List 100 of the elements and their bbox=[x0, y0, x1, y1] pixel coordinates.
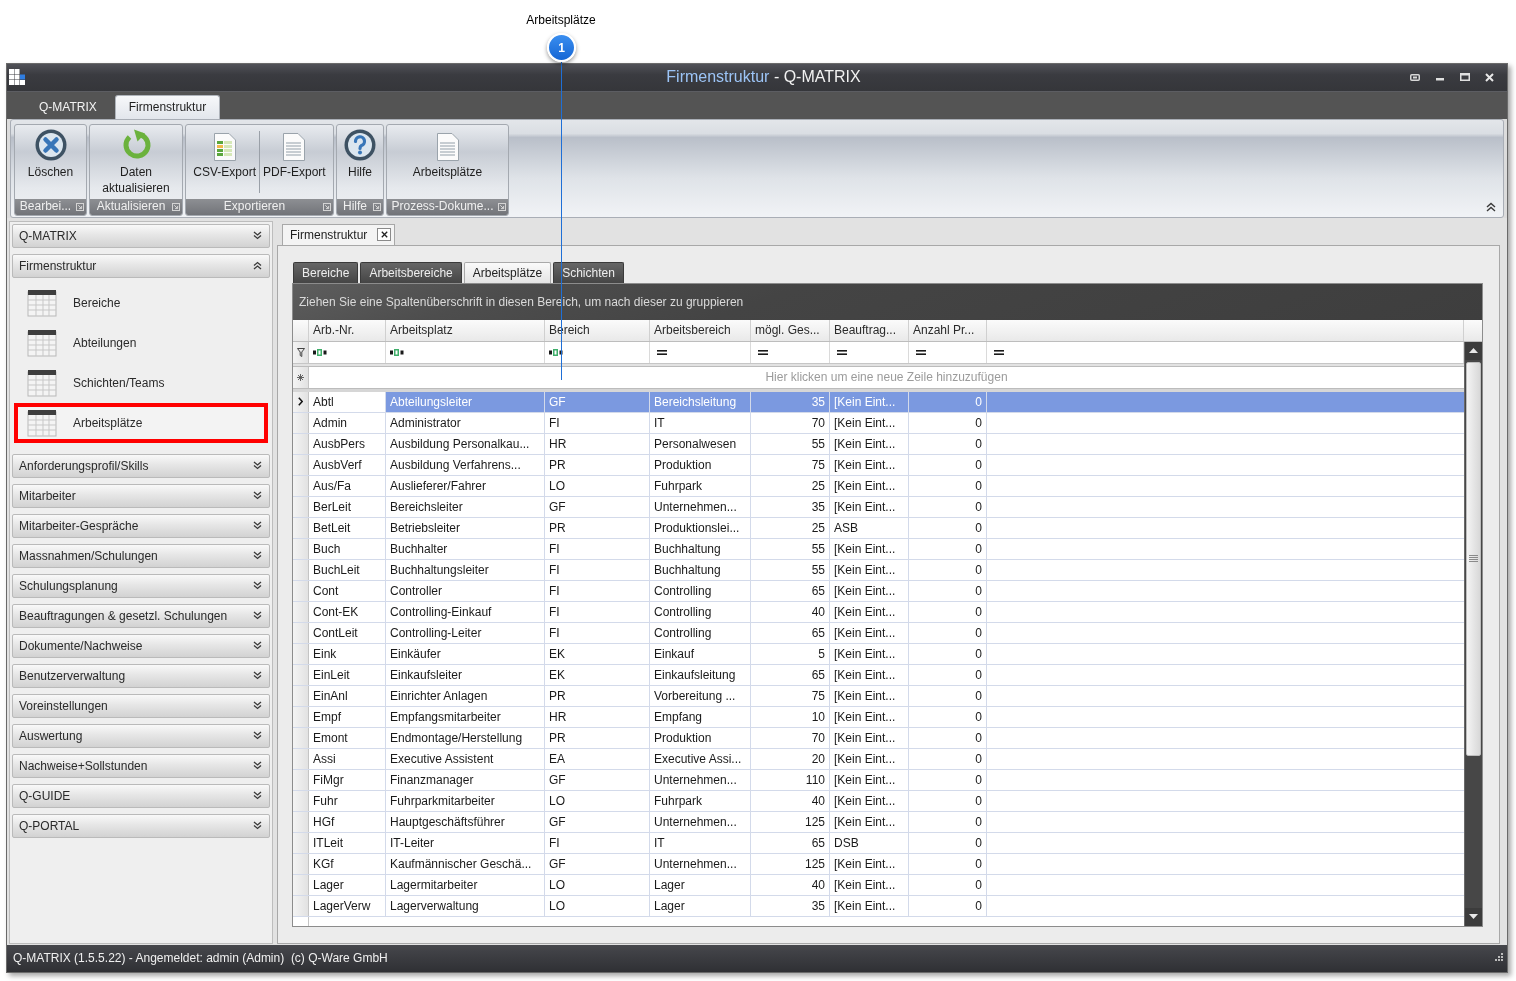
scroll-down-button[interactable] bbox=[1465, 908, 1482, 926]
nav-group-header[interactable]: Q-PORTAL bbox=[12, 814, 270, 838]
table-row[interactable]: Assi Executive Assistent EA Executive Assi... 20 [Kein Eint... 0 bbox=[293, 749, 1464, 770]
nav-item[interactable]: Bereiche bbox=[14, 283, 268, 323]
filter-icon[interactable] bbox=[296, 348, 305, 357]
chevron-double-down-icon bbox=[253, 731, 262, 741]
table-row[interactable]: EinLeit Einkaufsleiter EK Einkaufsleitung 65 [Kein Eint... 0 bbox=[293, 665, 1464, 686]
document-icon bbox=[436, 132, 459, 161]
table-cell: Fuhrpark bbox=[650, 791, 751, 811]
equals-icon bbox=[994, 350, 1004, 355]
nav-group-header[interactable]: Auswertung bbox=[12, 724, 270, 748]
launcher-icon[interactable] bbox=[373, 202, 381, 211]
table-cell: 0 bbox=[909, 728, 987, 748]
column-header[interactable]: Anzahl Pr... bbox=[909, 320, 987, 341]
table-row[interactable]: Abtl Abteilungsleiter GF Bereichsleitung 35 [Kein Eint... 0 bbox=[293, 392, 1464, 413]
table-row[interactable]: ITLeit IT-Leiter FI IT 65 DSB 0 bbox=[293, 833, 1464, 854]
table-row[interactable]: LagerVerw Lagerverwaltung LO Lager 35 [Kein Eint... 0 bbox=[293, 896, 1464, 917]
table-row[interactable]: Emont Endmontage/Herstellung PR Produktion 70 [Kein Eint... 0 bbox=[293, 728, 1464, 749]
table-cell: [Kein Eint... bbox=[830, 602, 909, 622]
table-row[interactable]: Aus/Fa Auslieferer/Fahrer LO Fuhrpark 25 [Kein Eint... 0 bbox=[293, 476, 1464, 497]
chevron-double-down-icon bbox=[253, 611, 262, 621]
table-row[interactable]: Empf Empfangsmitarbeiter HR Empfang 10 [Kein Eint... 0 bbox=[293, 707, 1464, 728]
table-row[interactable]: AusbPers Ausbildung Personalkau... HR Personalwesen 55 [Kein Eint... 0 bbox=[293, 434, 1464, 455]
table-cell: Einkäufer bbox=[386, 644, 545, 664]
table-row[interactable]: Admin Administrator FI IT 70 [Kein Eint... 0 bbox=[293, 413, 1464, 434]
nav-group-header[interactable]: Voreinstellungen bbox=[12, 694, 270, 718]
nav-group-header[interactable]: Nachweise+Sollstunden bbox=[12, 754, 270, 778]
table-cell: [Kein Eint... bbox=[830, 770, 909, 790]
nav-group-header[interactable]: Anforderungsprofil/Skills bbox=[12, 454, 270, 478]
chevron-double-down-icon bbox=[253, 671, 262, 681]
table-row[interactable]: ContLeit Controlling-Leiter FI Controlling 65 [Kein Eint... 0 bbox=[293, 623, 1464, 644]
table-row[interactable]: Fuhr Fuhrparkmitarbeiter LO Fuhrpark 40 [Kein Eint... 0 bbox=[293, 791, 1464, 812]
table-row[interactable]: BetLeit Betriebsleiter PR Produktionslei... 25 ASB 0 bbox=[293, 518, 1464, 539]
tab[interactable]: Schichten bbox=[553, 262, 624, 283]
nav-group-header[interactable]: Dokumente/Nachweise bbox=[12, 634, 270, 658]
tab[interactable]: Bereiche bbox=[293, 262, 359, 283]
tab[interactable]: Arbeitsplätze bbox=[463, 262, 552, 283]
equals-icon bbox=[758, 350, 768, 355]
table-cell: BuchLeit bbox=[309, 560, 386, 580]
resize-grip-icon[interactable] bbox=[1493, 953, 1503, 964]
nav-group-header[interactable]: Massnahmen/Schulungen bbox=[12, 544, 270, 568]
ribbon-tab[interactable]: Firmenstruktur bbox=[114, 94, 221, 119]
launcher-icon[interactable] bbox=[498, 202, 506, 211]
nav-group-header[interactable]: Mitarbeiter-Gespräche bbox=[12, 514, 270, 538]
ribbon-button[interactable]: Arbeitsplätze bbox=[409, 124, 486, 199]
table-row[interactable]: AusbVerf Ausbildung Verfahrens... PR Produktion 75 [Kein Eint... 0 bbox=[293, 455, 1464, 476]
nav-item[interactable]: Abteilungen bbox=[14, 323, 268, 363]
ribbon-button[interactable]: Hilfe bbox=[341, 124, 379, 199]
column-header[interactable]: Arb.-Nr. bbox=[309, 320, 386, 341]
nav-group-header[interactable]: Q-MATRIX bbox=[12, 224, 270, 248]
table-cell: Lager bbox=[650, 875, 751, 895]
table-row[interactable]: HGf Hauptgeschäftsführer GF Unternehmen... 125 [Kein Eint... 0 bbox=[293, 812, 1464, 833]
table-row[interactable]: Eink Einkäufer EK Einkauf 5 [Kein Eint... 0 bbox=[293, 644, 1464, 665]
column-header[interactable]: Arbeitsplatz bbox=[386, 320, 545, 341]
close-icon bbox=[380, 231, 388, 239]
close-button[interactable] bbox=[377, 228, 392, 242]
column-header[interactable]: mögl. Ges... bbox=[751, 320, 830, 341]
table-row[interactable]: FiMgr Finanzmanager GF Unternehmen... 110 [Kein Eint... 0 bbox=[293, 770, 1464, 791]
table-cell: DSB bbox=[830, 833, 909, 853]
ribbon-button[interactable]: PDF-Export bbox=[260, 124, 329, 199]
nav-group-header[interactable]: Schulungsplanung bbox=[12, 574, 270, 598]
nav-group-header[interactable]: Beauftragungen & gesetzl. Schulungen bbox=[12, 604, 270, 628]
collapse-ribbon-icon[interactable] bbox=[1486, 202, 1496, 212]
table-cell: FI bbox=[545, 623, 650, 643]
nav-group-header[interactable]: Q-GUIDE bbox=[12, 784, 270, 808]
table-row[interactable]: EinAnl Einrichter Anlagen PR Vorbereitung ... 75 [Kein Eint... 0 bbox=[293, 686, 1464, 707]
table-cell: FI bbox=[545, 602, 650, 622]
table-cell: KGf bbox=[309, 854, 386, 874]
table-cell: Buchhaltung bbox=[650, 560, 751, 580]
table-cell: Empfang bbox=[650, 707, 751, 727]
row-selector[interactable] bbox=[293, 392, 309, 412]
table-row[interactable]: Buch Buchhalter FI Buchhaltung 55 [Kein Eint... 0 bbox=[293, 539, 1464, 560]
table-cell: HGf bbox=[309, 812, 386, 832]
table-row[interactable]: Cont Controller FI Controlling 65 [Kein Eint... 0 bbox=[293, 581, 1464, 602]
column-header[interactable]: Arbeitsbereich bbox=[650, 320, 751, 341]
ribbon-button[interactable]: CSV-Export bbox=[190, 124, 259, 199]
table-row[interactable]: KGf Kaufmännischer Geschä... GF Unternehmen... 125 [Kein Eint... 0 bbox=[293, 854, 1464, 875]
table-row[interactable]: BerLeit Bereichsleiter GF Unternehmen... 35 [Kein Eint... 0 bbox=[293, 497, 1464, 518]
table-cell: BerLeit bbox=[309, 497, 386, 517]
nav-item[interactable]: Schichten/Teams bbox=[14, 363, 268, 403]
ribbon-button[interactable]: Löschen bbox=[24, 124, 77, 199]
table-cell: Lager bbox=[309, 875, 386, 895]
table-cell: Controller bbox=[386, 581, 545, 601]
nav-group-header[interactable]: Benutzerverwaltung bbox=[12, 664, 270, 688]
column-header[interactable]: Beauftrag... bbox=[830, 320, 909, 341]
ribbon-tab[interactable]: Q-MATRIX bbox=[21, 94, 115, 119]
launcher-icon[interactable] bbox=[172, 202, 180, 211]
nav-group-header[interactable]: Mitarbeiter bbox=[12, 484, 270, 508]
table-row[interactable]: Lager Lagermitarbeiter LO Lager 40 [Kein Eint... 0 bbox=[293, 875, 1464, 896]
launcher-icon[interactable] bbox=[76, 202, 84, 211]
ribbon-button[interactable]: Daten aktualisieren bbox=[92, 124, 180, 199]
tab[interactable]: Arbeitsbereiche bbox=[360, 262, 462, 283]
table-cell: 10 bbox=[751, 707, 830, 727]
launcher-icon[interactable] bbox=[323, 202, 331, 211]
table-row[interactable]: BuchLeit Buchhaltungsleiter FI Buchhaltung 55 [Kein Eint... 0 bbox=[293, 560, 1464, 581]
table-row[interactable]: Cont-EK Controlling-Einkauf FI Controlling 40 [Kein Eint... 0 bbox=[293, 602, 1464, 623]
nav-group-header[interactable]: Firmenstruktur bbox=[12, 254, 270, 278]
scroll-thumb[interactable] bbox=[1466, 362, 1481, 756]
document-tab[interactable]: Firmenstruktur bbox=[282, 224, 396, 245]
nav-item[interactable]: Arbeitsplätze bbox=[14, 403, 268, 443]
